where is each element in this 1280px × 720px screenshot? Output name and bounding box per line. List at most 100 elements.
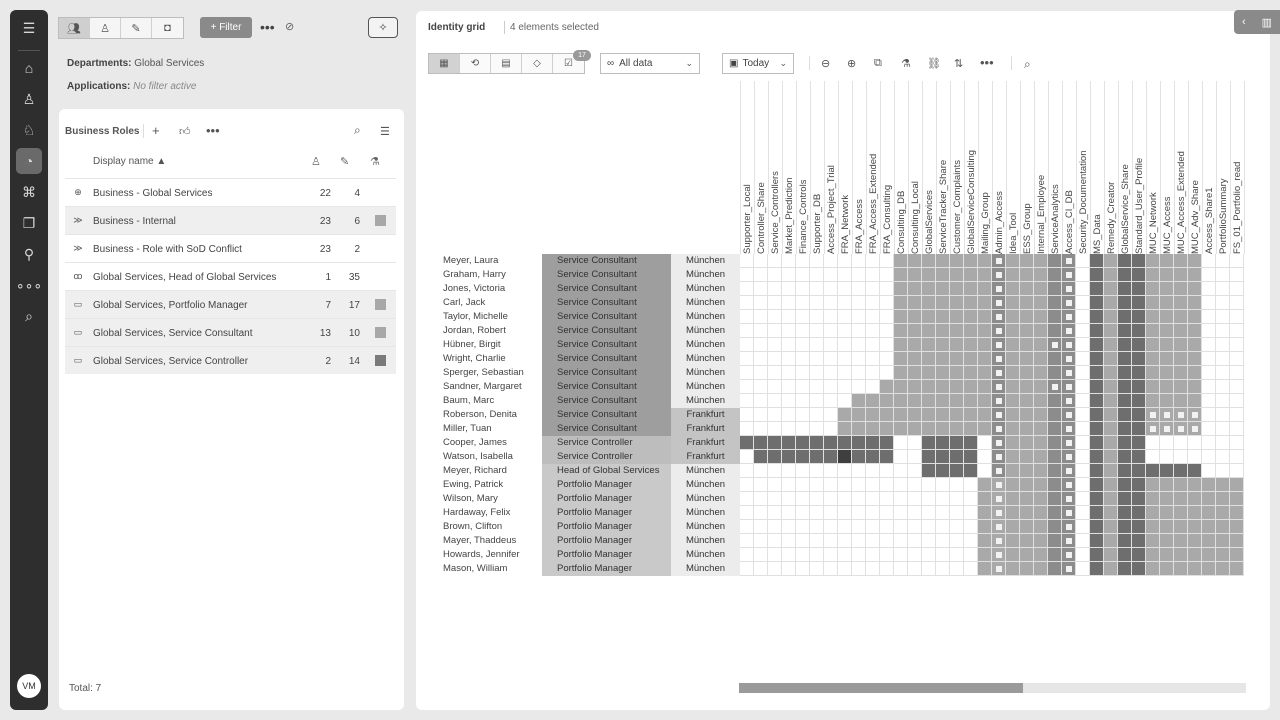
table-row[interactable]: Meyer, Richard Head of Global Services Mün… — [428, 464, 1246, 478]
grid-cell[interactable] — [838, 282, 852, 296]
column-header[interactable]: Admin_Access — [994, 104, 1005, 254]
grid-cell[interactable] — [936, 534, 950, 548]
refresh-icon[interactable]: ⟲ — [460, 54, 491, 73]
grid-cell[interactable] — [754, 534, 768, 548]
grid-cell[interactable] — [880, 282, 894, 296]
grid-cell[interactable] — [936, 296, 950, 310]
grid-cell[interactable] — [992, 408, 1006, 422]
grid-cell[interactable] — [796, 562, 810, 576]
grid-cell[interactable] — [824, 436, 838, 450]
grid-cell[interactable] — [1188, 366, 1202, 380]
grid-cell[interactable] — [1202, 562, 1216, 576]
grid-cell[interactable] — [852, 562, 866, 576]
grid-cell[interactable] — [950, 352, 964, 366]
grid-cell[interactable] — [908, 366, 922, 380]
grid-cell[interactable] — [1020, 422, 1034, 436]
grid-cell[interactable] — [1202, 492, 1216, 506]
grid-cell[interactable] — [922, 464, 936, 478]
column-header[interactable]: Access_CI_DB — [1064, 104, 1075, 254]
grid-cell[interactable] — [1118, 366, 1132, 380]
table-row[interactable]: Mayer, Thaddeus Portfolio Manager München — [428, 534, 1246, 548]
grid-cell[interactable] — [1104, 534, 1118, 548]
grid-cell[interactable] — [740, 268, 754, 282]
grid-cell[interactable] — [1160, 338, 1174, 352]
grid-cell[interactable] — [740, 366, 754, 380]
table-row[interactable]: Cooper, James Service Controller Frankfurt — [428, 436, 1246, 450]
search-icon[interactable]: ⌕ — [354, 123, 361, 138]
grid-cell[interactable] — [838, 520, 852, 534]
role-color-square[interactable] — [375, 355, 386, 366]
grid-cell[interactable] — [1188, 394, 1202, 408]
grid-cell[interactable] — [838, 366, 852, 380]
grid-cell[interactable] — [824, 380, 838, 394]
grid-cell[interactable] — [1118, 422, 1132, 436]
list-item[interactable]: ▭ Global Services, Service Consultant 13 10 — [65, 318, 396, 346]
grid-cell[interactable] — [1118, 562, 1132, 576]
grid-cell[interactable] — [838, 506, 852, 520]
grid-cell[interactable] — [796, 450, 810, 464]
grid-cell[interactable] — [782, 478, 796, 492]
column-header[interactable]: Mailing_Group — [980, 104, 991, 254]
thumbs-up-icon[interactable]: 👍︎ — [179, 125, 191, 138]
grid-cell[interactable] — [1174, 506, 1188, 520]
grid-cell[interactable] — [740, 464, 754, 478]
grid-cell[interactable] — [1034, 268, 1048, 282]
grid-cell[interactable] — [1034, 478, 1048, 492]
user-settings-icon[interactable]: ♘ — [10, 117, 48, 143]
grid-cell[interactable] — [978, 548, 992, 562]
grid-cell[interactable] — [1146, 436, 1160, 450]
grid-cell[interactable] — [1048, 506, 1062, 520]
grid-cell[interactable] — [1230, 254, 1244, 268]
grid-cell[interactable] — [1132, 254, 1146, 268]
grid-cell[interactable] — [1216, 282, 1230, 296]
grid-cell[interactable] — [950, 310, 964, 324]
grid-cell[interactable] — [1230, 296, 1244, 310]
grid-cell[interactable] — [950, 464, 964, 478]
grid-cell[interactable] — [768, 520, 782, 534]
grid-cell[interactable] — [992, 450, 1006, 464]
grid-cell[interactable] — [1104, 548, 1118, 562]
table-row[interactable]: Jordan, Robert Service Consultant München — [428, 324, 1246, 338]
grid-cell[interactable] — [810, 562, 824, 576]
grid-cell[interactable] — [880, 296, 894, 310]
grid-cell[interactable] — [992, 366, 1006, 380]
grid-cell[interactable] — [992, 534, 1006, 548]
grid-cell[interactable] — [978, 562, 992, 576]
grid-cell[interactable] — [1216, 492, 1230, 506]
grid-cell[interactable] — [1118, 436, 1132, 450]
grid-cell[interactable] — [1104, 394, 1118, 408]
grid-cell[interactable] — [1174, 282, 1188, 296]
table-row[interactable]: Roberson, Denita Service Consultant Frankf… — [428, 408, 1246, 422]
grid-cell[interactable] — [838, 324, 852, 338]
grid-cell[interactable] — [922, 268, 936, 282]
grid-cell[interactable] — [824, 422, 838, 436]
grid-cell[interactable] — [1132, 422, 1146, 436]
grid-cell[interactable] — [964, 282, 978, 296]
grid-cell[interactable] — [964, 492, 978, 506]
grid-cell[interactable] — [1230, 450, 1244, 464]
grid-cell[interactable] — [1006, 422, 1020, 436]
grid-cell[interactable] — [1174, 492, 1188, 506]
grid-cell[interactable] — [880, 338, 894, 352]
grid-cell[interactable] — [1062, 422, 1076, 436]
grid-cell[interactable] — [1090, 464, 1104, 478]
column-header[interactable]: Market_Prediction — [784, 104, 795, 254]
grid-cell[interactable] — [964, 450, 978, 464]
grid-cell[interactable] — [936, 492, 950, 506]
grid-cell[interactable] — [1118, 534, 1132, 548]
role-color-square[interactable] — [375, 327, 386, 338]
eye-off-icon[interactable]: ⊘ — [285, 20, 294, 33]
grid-cell[interactable] — [950, 562, 964, 576]
grid-cell[interactable] — [894, 464, 908, 478]
column-header[interactable]: Consulting_Local — [910, 104, 921, 254]
grid-cell[interactable] — [1146, 562, 1160, 576]
grid-cell[interactable] — [894, 296, 908, 310]
grid-cell[interactable] — [936, 324, 950, 338]
grid-cell[interactable] — [824, 478, 838, 492]
grid-cell[interactable] — [1006, 310, 1020, 324]
grid-cell[interactable] — [824, 408, 838, 422]
grid-cell[interactable] — [810, 520, 824, 534]
grid-cell[interactable] — [1090, 450, 1104, 464]
grid-cell[interactable] — [978, 380, 992, 394]
grid-cell[interactable] — [1090, 352, 1104, 366]
